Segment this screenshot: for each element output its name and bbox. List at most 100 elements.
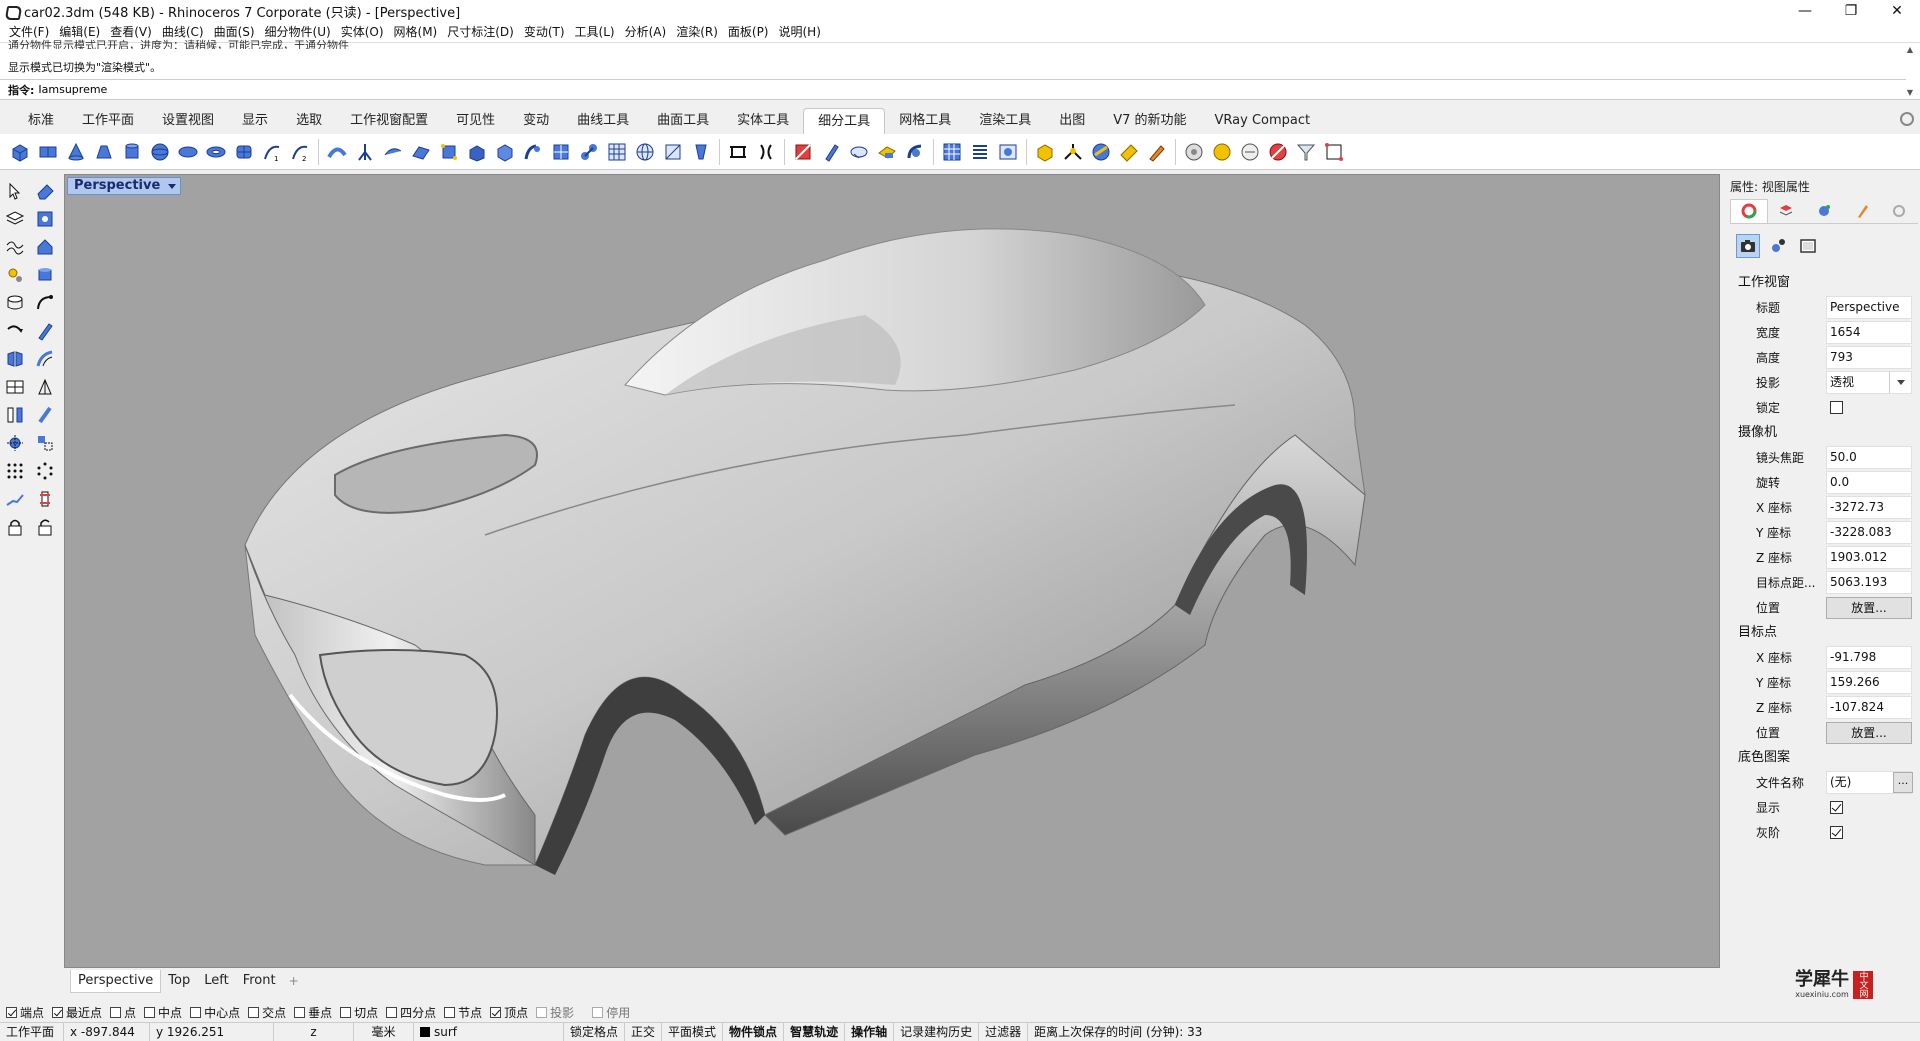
filename-field[interactable]: (无)... — [1826, 771, 1913, 794]
subd-cylinder-icon[interactable] — [120, 140, 144, 164]
mirror-icon[interactable] — [32, 374, 58, 400]
menu-tools[interactable]: 工具(L) — [570, 22, 620, 42]
status-smarttrack[interactable]: 智慧轨迹 — [784, 1022, 846, 1041]
subd-join-icon[interactable] — [577, 140, 601, 164]
status-ortho[interactable]: 正交 — [625, 1022, 663, 1041]
layers-icon[interactable] — [2, 206, 28, 232]
locked-checkbox[interactable] — [1830, 401, 1843, 414]
browse-button[interactable]: ... — [1893, 772, 1913, 793]
osnap-mid[interactable]: 中点 — [144, 1004, 182, 1021]
subd-loft-icon[interactable]: 1 — [260, 140, 284, 164]
analyze-icon[interactable] — [32, 486, 58, 512]
minimize-button[interactable]: — — [1782, 0, 1828, 22]
subd-stitch-icon[interactable] — [465, 140, 489, 164]
subd-weld-icon[interactable] — [726, 140, 750, 164]
menu-panels[interactable]: 面板(P) — [723, 22, 774, 42]
target-distance-field[interactable]: 5063.193 — [1826, 571, 1912, 594]
subd-extrude-icon[interactable] — [381, 140, 405, 164]
menu-dimension[interactable]: 尺寸标注(D) — [442, 22, 519, 42]
tab-set-view[interactable]: 设置视图 — [148, 108, 228, 134]
subd-sphere-outline-icon[interactable] — [1238, 140, 1262, 164]
point-grid-icon[interactable] — [2, 458, 28, 484]
subd-ellipsoid-icon[interactable] — [176, 140, 200, 164]
settings-icon[interactable] — [2, 262, 28, 288]
checkbox[interactable] — [6, 1006, 17, 1018]
gumball-icon[interactable] — [2, 430, 28, 456]
subd-grid-icon[interactable] — [605, 140, 629, 164]
osnap-tangent[interactable]: 切点 — [340, 1004, 378, 1021]
camera-place-button[interactable]: 放置... — [1826, 596, 1912, 619]
solid-icon[interactable] — [32, 262, 58, 288]
scroll-up-icon[interactable]: ▲ — [1907, 45, 1913, 54]
menu-analyze[interactable]: 分析(A) — [620, 22, 672, 42]
perspective-viewport[interactable]: Perspective — [64, 174, 1720, 968]
tab-curve-tools[interactable]: 曲线工具 — [563, 108, 643, 134]
viewport-tab-left[interactable]: Left — [197, 970, 235, 992]
menu-transform[interactable]: 变动(T) — [519, 22, 570, 42]
checkbox[interactable] — [536, 1006, 548, 1018]
curve-tools-icon[interactable] — [2, 234, 28, 260]
render-panel-icon[interactable] — [1805, 199, 1843, 223]
camera-icon[interactable] — [1736, 234, 1760, 258]
osnap-perp[interactable]: 垂点 — [294, 1004, 332, 1021]
car-subd-model[interactable] — [65, 175, 1720, 968]
subd-remove-crease-icon[interactable] — [819, 140, 843, 164]
subd-snap-icon[interactable] — [1322, 140, 1346, 164]
status-osnap[interactable]: 物件锁点 — [723, 1022, 785, 1041]
camera-z-field[interactable]: 1903.012 — [1826, 546, 1912, 569]
tab-visibility[interactable]: 可见性 — [442, 108, 509, 134]
tab-display[interactable]: 显示 — [228, 108, 282, 134]
osnap-project[interactable]: 投影 — [536, 1004, 574, 1021]
subd-sweep-icon[interactable]: 2 — [288, 140, 312, 164]
subd-insert-edge-icon[interactable] — [847, 140, 871, 164]
lens-length-field[interactable]: 50.0 — [1826, 446, 1912, 469]
background-image-icon[interactable] — [1796, 234, 1820, 258]
pipe-icon[interactable] — [32, 290, 58, 316]
subd-torus-icon[interactable] — [204, 140, 228, 164]
subd-box-icon[interactable] — [8, 140, 32, 164]
add-viewport-icon[interactable]: + — [283, 974, 305, 988]
checkbox[interactable] — [52, 1006, 64, 1018]
array-icon[interactable] — [2, 402, 28, 428]
layers-panel-icon[interactable] — [1768, 199, 1806, 223]
viewport-tab-top[interactable]: Top — [161, 970, 197, 992]
point-cloud-icon[interactable] — [32, 458, 58, 484]
show-checkbox[interactable] — [1830, 801, 1843, 814]
tab-mesh-tools[interactable]: 网格工具 — [885, 108, 965, 134]
camera-x-field[interactable]: -3272.73 — [1826, 496, 1912, 519]
osnap-end[interactable]: 端点 — [6, 1004, 44, 1021]
target-x-field[interactable]: -91.798 — [1826, 646, 1912, 669]
tab-surface-tools[interactable]: 曲面工具 — [643, 108, 723, 134]
osnap-knot[interactable]: 节点 — [444, 1004, 482, 1021]
viewport-label[interactable]: Perspective — [67, 177, 182, 195]
status-history[interactable]: 记录建构历史 — [894, 1022, 980, 1041]
checkbox[interactable] — [248, 1006, 260, 1018]
subd-slide-icon[interactable] — [661, 140, 685, 164]
subd-crease-edge-icon[interactable] — [791, 140, 815, 164]
subd-bridge-icon[interactable] — [409, 140, 433, 164]
subd-sphere-yellow-icon[interactable] — [1089, 140, 1113, 164]
subd-cone-icon[interactable] — [64, 140, 88, 164]
close-button[interactable]: ✕ — [1874, 0, 1920, 22]
subd-quad-remesh-icon[interactable] — [549, 140, 573, 164]
menu-help[interactable]: 说明(H) — [774, 22, 826, 42]
tab-transform[interactable]: 变动 — [509, 108, 563, 134]
subd-append-icon[interactable] — [1117, 140, 1141, 164]
target-z-field[interactable]: -107.824 — [1826, 696, 1912, 719]
subd-plane-icon[interactable] — [36, 140, 60, 164]
checkbox[interactable] — [444, 1006, 456, 1018]
tab-select[interactable]: 选取 — [282, 108, 336, 134]
subd-sphere-gold-icon[interactable] — [1210, 140, 1234, 164]
color-wheel-icon[interactable] — [1730, 198, 1768, 223]
status-planar[interactable]: 平面模式 — [662, 1022, 724, 1041]
status-gumball[interactable]: 操作轴 — [845, 1022, 895, 1041]
split-icon[interactable] — [2, 374, 28, 400]
chevron-down-icon[interactable] — [1889, 372, 1911, 393]
subd-multipipe-icon[interactable] — [1061, 140, 1085, 164]
subd-crease-icon[interactable] — [689, 140, 713, 164]
subd-offset-icon[interactable] — [493, 140, 517, 164]
status-grid-snap[interactable]: 锁定格点 — [564, 1022, 626, 1041]
subd-skin-icon[interactable] — [353, 140, 377, 164]
checkbox[interactable] — [190, 1006, 202, 1018]
subd-sphere-gray-icon[interactable] — [1182, 140, 1206, 164]
